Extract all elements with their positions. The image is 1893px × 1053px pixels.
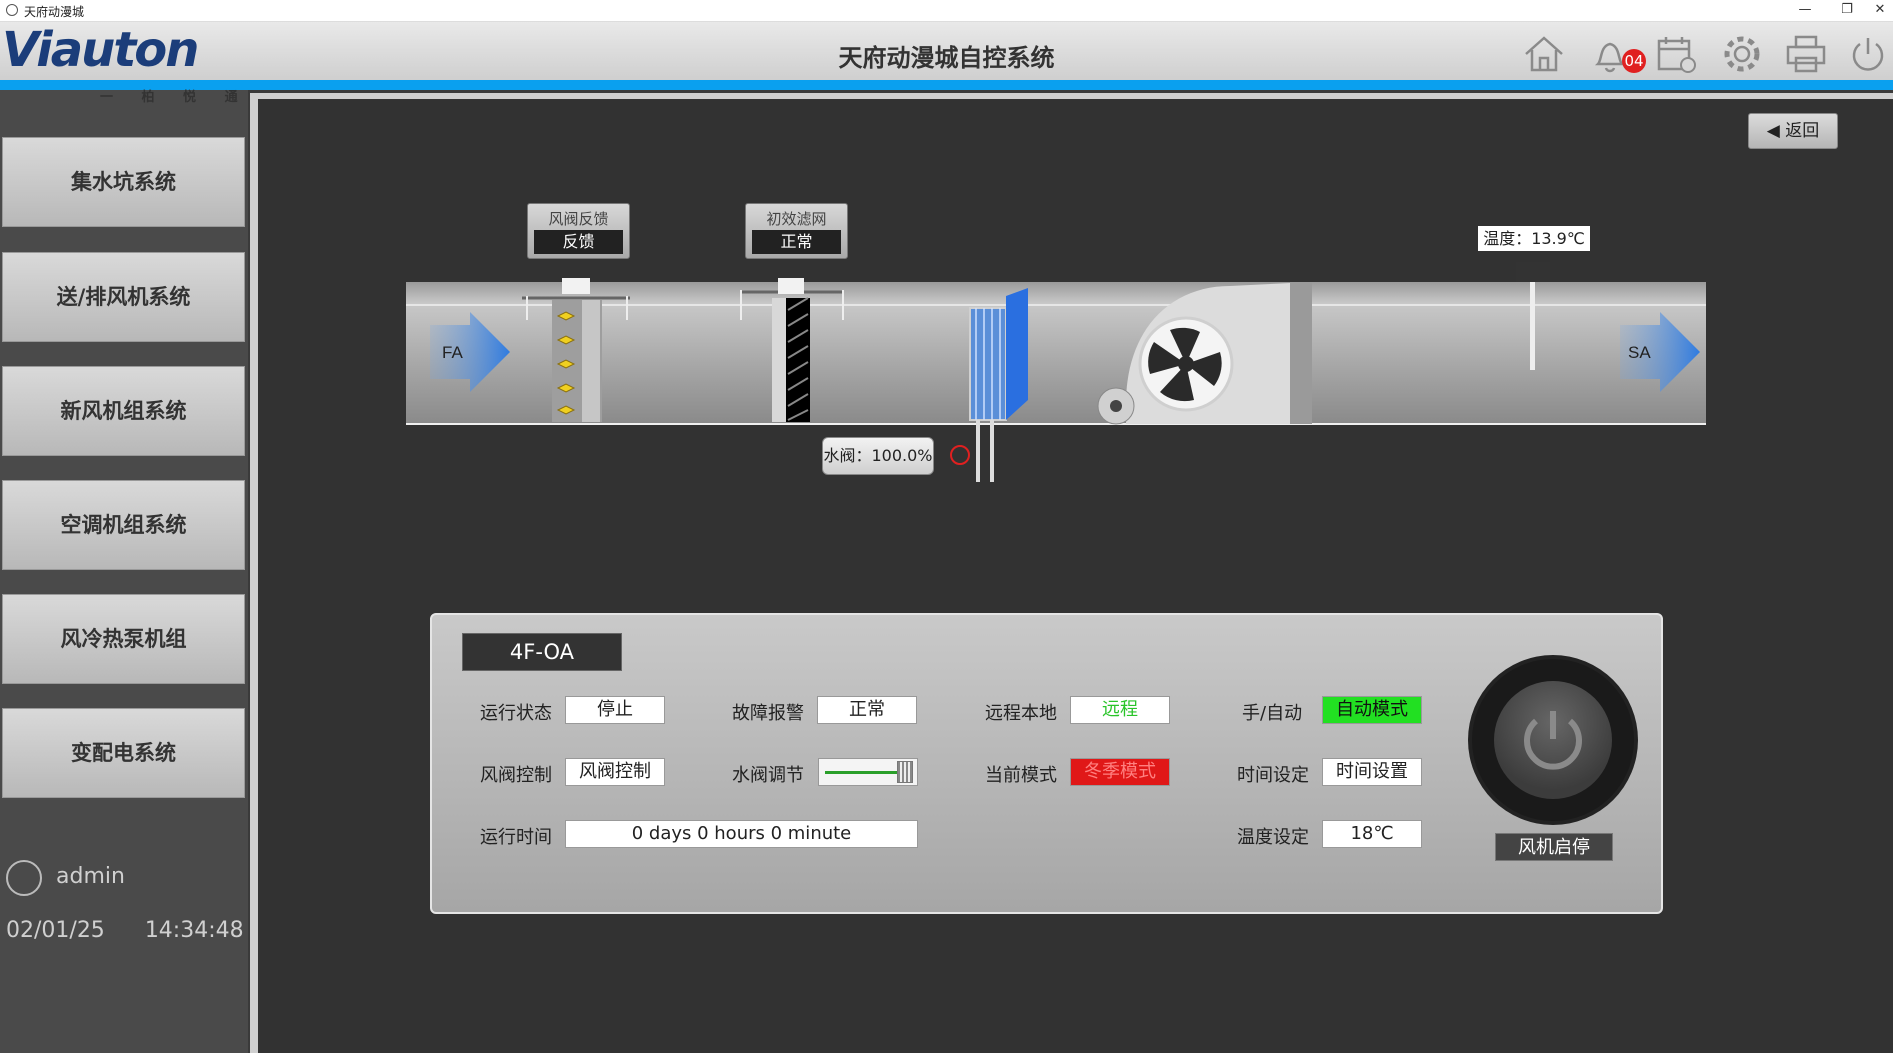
temperature-readout: 温度：13.9℃ bbox=[1478, 226, 1590, 251]
time-setting-label: 时间设定 bbox=[1237, 765, 1309, 786]
run-status-label: 运行状态 bbox=[480, 703, 552, 724]
outlet-label: SA bbox=[1628, 343, 1651, 362]
run-time-value: 0 days 0 hours 0 minute bbox=[565, 820, 918, 848]
remote-local-label: 远程本地 bbox=[985, 703, 1057, 724]
slider-track bbox=[825, 771, 901, 774]
time-setting-button[interactable]: 时间设置 bbox=[1322, 758, 1422, 786]
damper-control-label: 风阀控制 bbox=[480, 765, 552, 786]
filter-status-label: 初效滤网 bbox=[766, 210, 827, 228]
control-panel: 4F-OA 运行状态 停止 故障报警 正常 远程本地 远程 手/自动 自动模式 … bbox=[430, 613, 1663, 914]
slider-thumb[interactable] bbox=[897, 761, 913, 783]
damper-control-button[interactable]: 风阀控制 bbox=[565, 758, 665, 786]
water-valve-icon bbox=[950, 445, 970, 465]
unit-name: 4F-OA bbox=[462, 633, 622, 671]
current-mode-label: 当前模式 bbox=[985, 765, 1057, 786]
temp-setting-input[interactable]: 18℃ bbox=[1322, 820, 1422, 848]
fan-power-button-face bbox=[1494, 681, 1612, 799]
manual-auto-button[interactable]: 自动模式 bbox=[1322, 696, 1422, 724]
remote-local-value: 远程 bbox=[1070, 696, 1170, 724]
manual-auto-label: 手/自动 bbox=[1242, 703, 1303, 724]
fan-start-stop-label: 风机启停 bbox=[1495, 833, 1613, 861]
inlet-label: FA bbox=[442, 343, 463, 362]
damper-feedback-label: 风阀反馈 bbox=[548, 210, 609, 228]
water-valve-slider[interactable] bbox=[818, 758, 918, 786]
temp-setting-label: 温度设定 bbox=[1237, 827, 1309, 848]
run-time-label: 运行时间 bbox=[480, 827, 552, 848]
fan-power-button[interactable] bbox=[1472, 659, 1634, 821]
current-mode-value: 冬季模式 bbox=[1070, 758, 1170, 786]
run-status-value: 停止 bbox=[565, 696, 665, 724]
damper-feedback-value: 反馈 bbox=[534, 230, 623, 254]
power-symbol-icon bbox=[1524, 711, 1582, 770]
fault-alarm-label: 故障报警 bbox=[732, 703, 804, 724]
water-valve-readout: 水阀：100.0% bbox=[822, 437, 934, 475]
water-valve-adjust-label: 水阀调节 bbox=[732, 765, 804, 786]
filter-status-value: 正常 bbox=[752, 230, 841, 254]
damper-feedback-tag: 风阀反馈 反馈 bbox=[527, 203, 630, 259]
fault-alarm-value: 正常 bbox=[817, 696, 917, 724]
filter-status-tag: 初效滤网 正常 bbox=[745, 203, 848, 259]
